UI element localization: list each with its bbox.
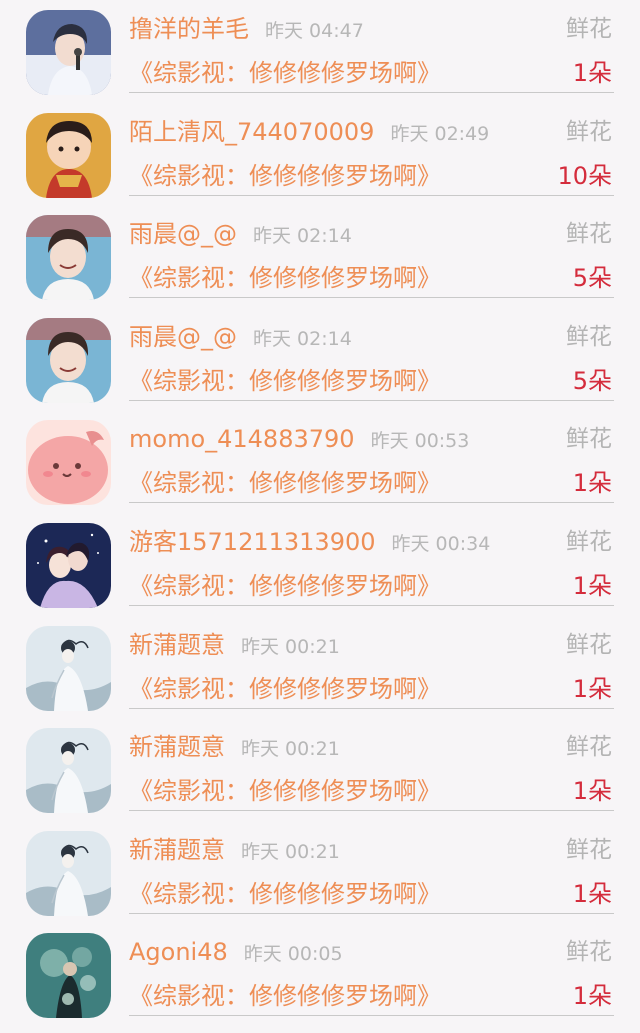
gift-count: 1朵 bbox=[572, 777, 612, 806]
gift-count: 10朵 bbox=[557, 161, 612, 190]
list-item[interactable]: 新蒲题意 昨天 00:21 鲜花《综影视：修修修修罗场啊》 1朵 bbox=[0, 616, 640, 719]
row-divider bbox=[129, 810, 614, 812]
user-name-line[interactable]: 新蒲题意 昨天 00:21 bbox=[129, 730, 340, 766]
gift-count: 1朵 bbox=[572, 879, 612, 908]
book-title-link[interactable]: 《综影视：修修修修罗场啊》 bbox=[129, 159, 441, 193]
list-item[interactable]: 新蒲题意 昨天 00:21 鲜花《综影视：修修修修罗场啊》 1朵 bbox=[0, 821, 640, 924]
gift-count: 1朵 bbox=[572, 572, 612, 600]
gift-count: 1朵 bbox=[572, 469, 612, 498]
timestamp: 昨天 00:34 bbox=[391, 533, 491, 555]
timestamp: 昨天 00:21 bbox=[241, 635, 340, 658]
user-name[interactable]: 陌上清风_744070009 bbox=[129, 118, 374, 146]
list-item[interactable]: Agoni48 昨天 00:05 鲜花《综影视：修修修修罗场啊》 1朵 bbox=[0, 923, 640, 1026]
user-name-line[interactable]: 雨晨@_@ 昨天 02:14 bbox=[129, 320, 352, 356]
user-name-line[interactable]: 陌上清风_744070009 昨天 02:49 bbox=[129, 115, 489, 151]
user-name[interactable]: 撸洋的羊毛 bbox=[129, 15, 249, 43]
avatar[interactable] bbox=[26, 625, 111, 711]
gift-type-label: 鲜花 bbox=[566, 631, 612, 658]
user-name[interactable]: 新蒲题意 bbox=[129, 836, 225, 864]
timestamp: 昨天 04:47 bbox=[265, 20, 364, 42]
timestamp: 昨天 02:49 bbox=[390, 122, 490, 145]
book-title-link[interactable]: 《综影视：修修修修罗场啊》 bbox=[129, 466, 441, 500]
list-item[interactable]: 新蒲题意 昨天 00:21 鲜花《综影视：修修修修罗场啊》 1朵 bbox=[0, 718, 640, 821]
gift-count: 1朵 bbox=[572, 59, 612, 87]
row-divider bbox=[129, 1015, 614, 1017]
row-divider bbox=[129, 92, 614, 93]
book-title-link[interactable]: 《综影视：修修修修罗场啊》 bbox=[129, 261, 441, 295]
timestamp: 昨天 00:21 bbox=[241, 738, 340, 761]
row-divider bbox=[129, 502, 614, 504]
row-divider bbox=[129, 399, 614, 401]
avatar[interactable] bbox=[26, 523, 111, 608]
list-item[interactable]: 游客1571211313900 昨天 00:34 鲜花《综影视：修修修修罗场啊》 1朵 bbox=[0, 513, 640, 616]
user-name[interactable]: 新蒲题意 bbox=[129, 733, 225, 761]
row-divider bbox=[129, 194, 614, 196]
list-item[interactable]: 撸洋的羊毛 昨天 04:47 鲜花《综影视：修修修修罗场啊》 1朵 bbox=[0, 0, 640, 103]
book-title-link[interactable]: 《综影视：修修修修罗场啊》 bbox=[129, 774, 441, 808]
gift-type-label: 鲜花 bbox=[566, 836, 612, 863]
gift-count: 5朵 bbox=[572, 264, 612, 293]
gift-type-label: 鲜花 bbox=[566, 529, 612, 555]
user-name[interactable]: Agoni48 bbox=[129, 938, 228, 966]
gift-type-label: 鲜花 bbox=[566, 16, 612, 42]
gift-type-label: 鲜花 bbox=[566, 734, 612, 761]
list-item[interactable]: 雨晨@_@ 昨天 02:14 鲜花《综影视：修修修修罗场啊》 5朵 bbox=[0, 308, 640, 411]
timestamp: 昨天 00:53 bbox=[370, 430, 470, 453]
gift-count: 1朵 bbox=[572, 674, 612, 703]
avatar[interactable] bbox=[26, 830, 111, 916]
row-divider bbox=[129, 912, 614, 914]
gift-count: 5朵 bbox=[572, 366, 612, 395]
list-item[interactable]: 雨晨@_@ 昨天 02:14 鲜花《综影视：修修修修罗场啊》 5朵 bbox=[0, 205, 640, 308]
user-name[interactable]: 游客1571211313900 bbox=[129, 528, 376, 556]
book-title-link[interactable]: 《综影视：修修修修罗场啊》 bbox=[129, 979, 441, 1013]
gift-count: 1朵 bbox=[572, 982, 612, 1011]
gift-type-label: 鲜花 bbox=[566, 118, 612, 145]
user-name[interactable]: momo_414883790 bbox=[129, 425, 355, 453]
user-name-line[interactable]: momo_414883790 昨天 00:53 bbox=[129, 422, 469, 458]
timestamp: 昨天 00:21 bbox=[241, 840, 340, 863]
list-item[interactable]: momo_414883790 昨天 00:53 鲜花《综影视：修修修修罗场啊》 1朵 bbox=[0, 410, 640, 513]
user-name[interactable]: 新蒲题意 bbox=[129, 631, 225, 659]
avatar[interactable] bbox=[26, 420, 111, 506]
gift-type-label: 鲜花 bbox=[566, 323, 612, 350]
row-divider bbox=[129, 297, 614, 299]
gift-record-list: 撸洋的羊毛 昨天 04:47 鲜花 《综影视：修修修修罗场啊》 1朵 陌上清风_7440… bbox=[0, 0, 640, 1033]
gift-type-label: 鲜花 bbox=[566, 221, 612, 248]
user-name-line[interactable]: 新蒲题意 昨天 00:21 bbox=[129, 628, 340, 664]
avatar[interactable] bbox=[26, 317, 111, 403]
book-title-link[interactable]: 《综影视：修修修修罗场啊》 bbox=[129, 364, 441, 398]
book-title-link[interactable]: 《综影视：修修修修罗场啊》 bbox=[129, 569, 441, 603]
timestamp: 昨天 02:14 bbox=[253, 225, 352, 248]
avatar[interactable] bbox=[26, 933, 111, 1019]
avatar[interactable] bbox=[26, 215, 111, 301]
user-name[interactable]: 雨晨@_@ bbox=[129, 323, 237, 351]
timestamp: 昨天 02:14 bbox=[253, 327, 352, 350]
avatar[interactable] bbox=[26, 728, 111, 814]
timestamp: 昨天 00:05 bbox=[243, 943, 343, 966]
gift-type-label: 鲜花 bbox=[566, 939, 612, 966]
row-divider bbox=[129, 707, 614, 709]
user-name-line[interactable]: 新蒲题意 昨天 00:21 bbox=[129, 833, 340, 869]
user-name-line[interactable]: 撸洋的羊毛 昨天 04:47 bbox=[129, 12, 364, 48]
user-name-line[interactable]: 游客1571211313900 昨天 00:34 bbox=[129, 525, 490, 561]
user-name[interactable]: 雨晨@_@ bbox=[129, 220, 237, 248]
book-title-link[interactable]: 《综影视：修修修修罗场啊》 bbox=[129, 672, 441, 706]
user-name-line[interactable]: 雨晨@_@ 昨天 02:14 bbox=[129, 217, 352, 253]
row-divider bbox=[129, 605, 614, 606]
avatar[interactable] bbox=[26, 112, 111, 198]
avatar[interactable] bbox=[26, 10, 111, 95]
book-title-link[interactable]: 《综影视：修修修修罗场啊》 bbox=[129, 56, 441, 90]
list-item[interactable]: 陌上清风_744070009 昨天 02:49 鲜花《综影视：修修修修罗场啊》 10朵 bbox=[0, 103, 640, 206]
book-title-link[interactable]: 《综影视：修修修修罗场啊》 bbox=[129, 877, 441, 911]
gift-type-label: 鲜花 bbox=[566, 426, 612, 453]
user-name-line[interactable]: Agoni48 昨天 00:05 bbox=[129, 935, 343, 971]
